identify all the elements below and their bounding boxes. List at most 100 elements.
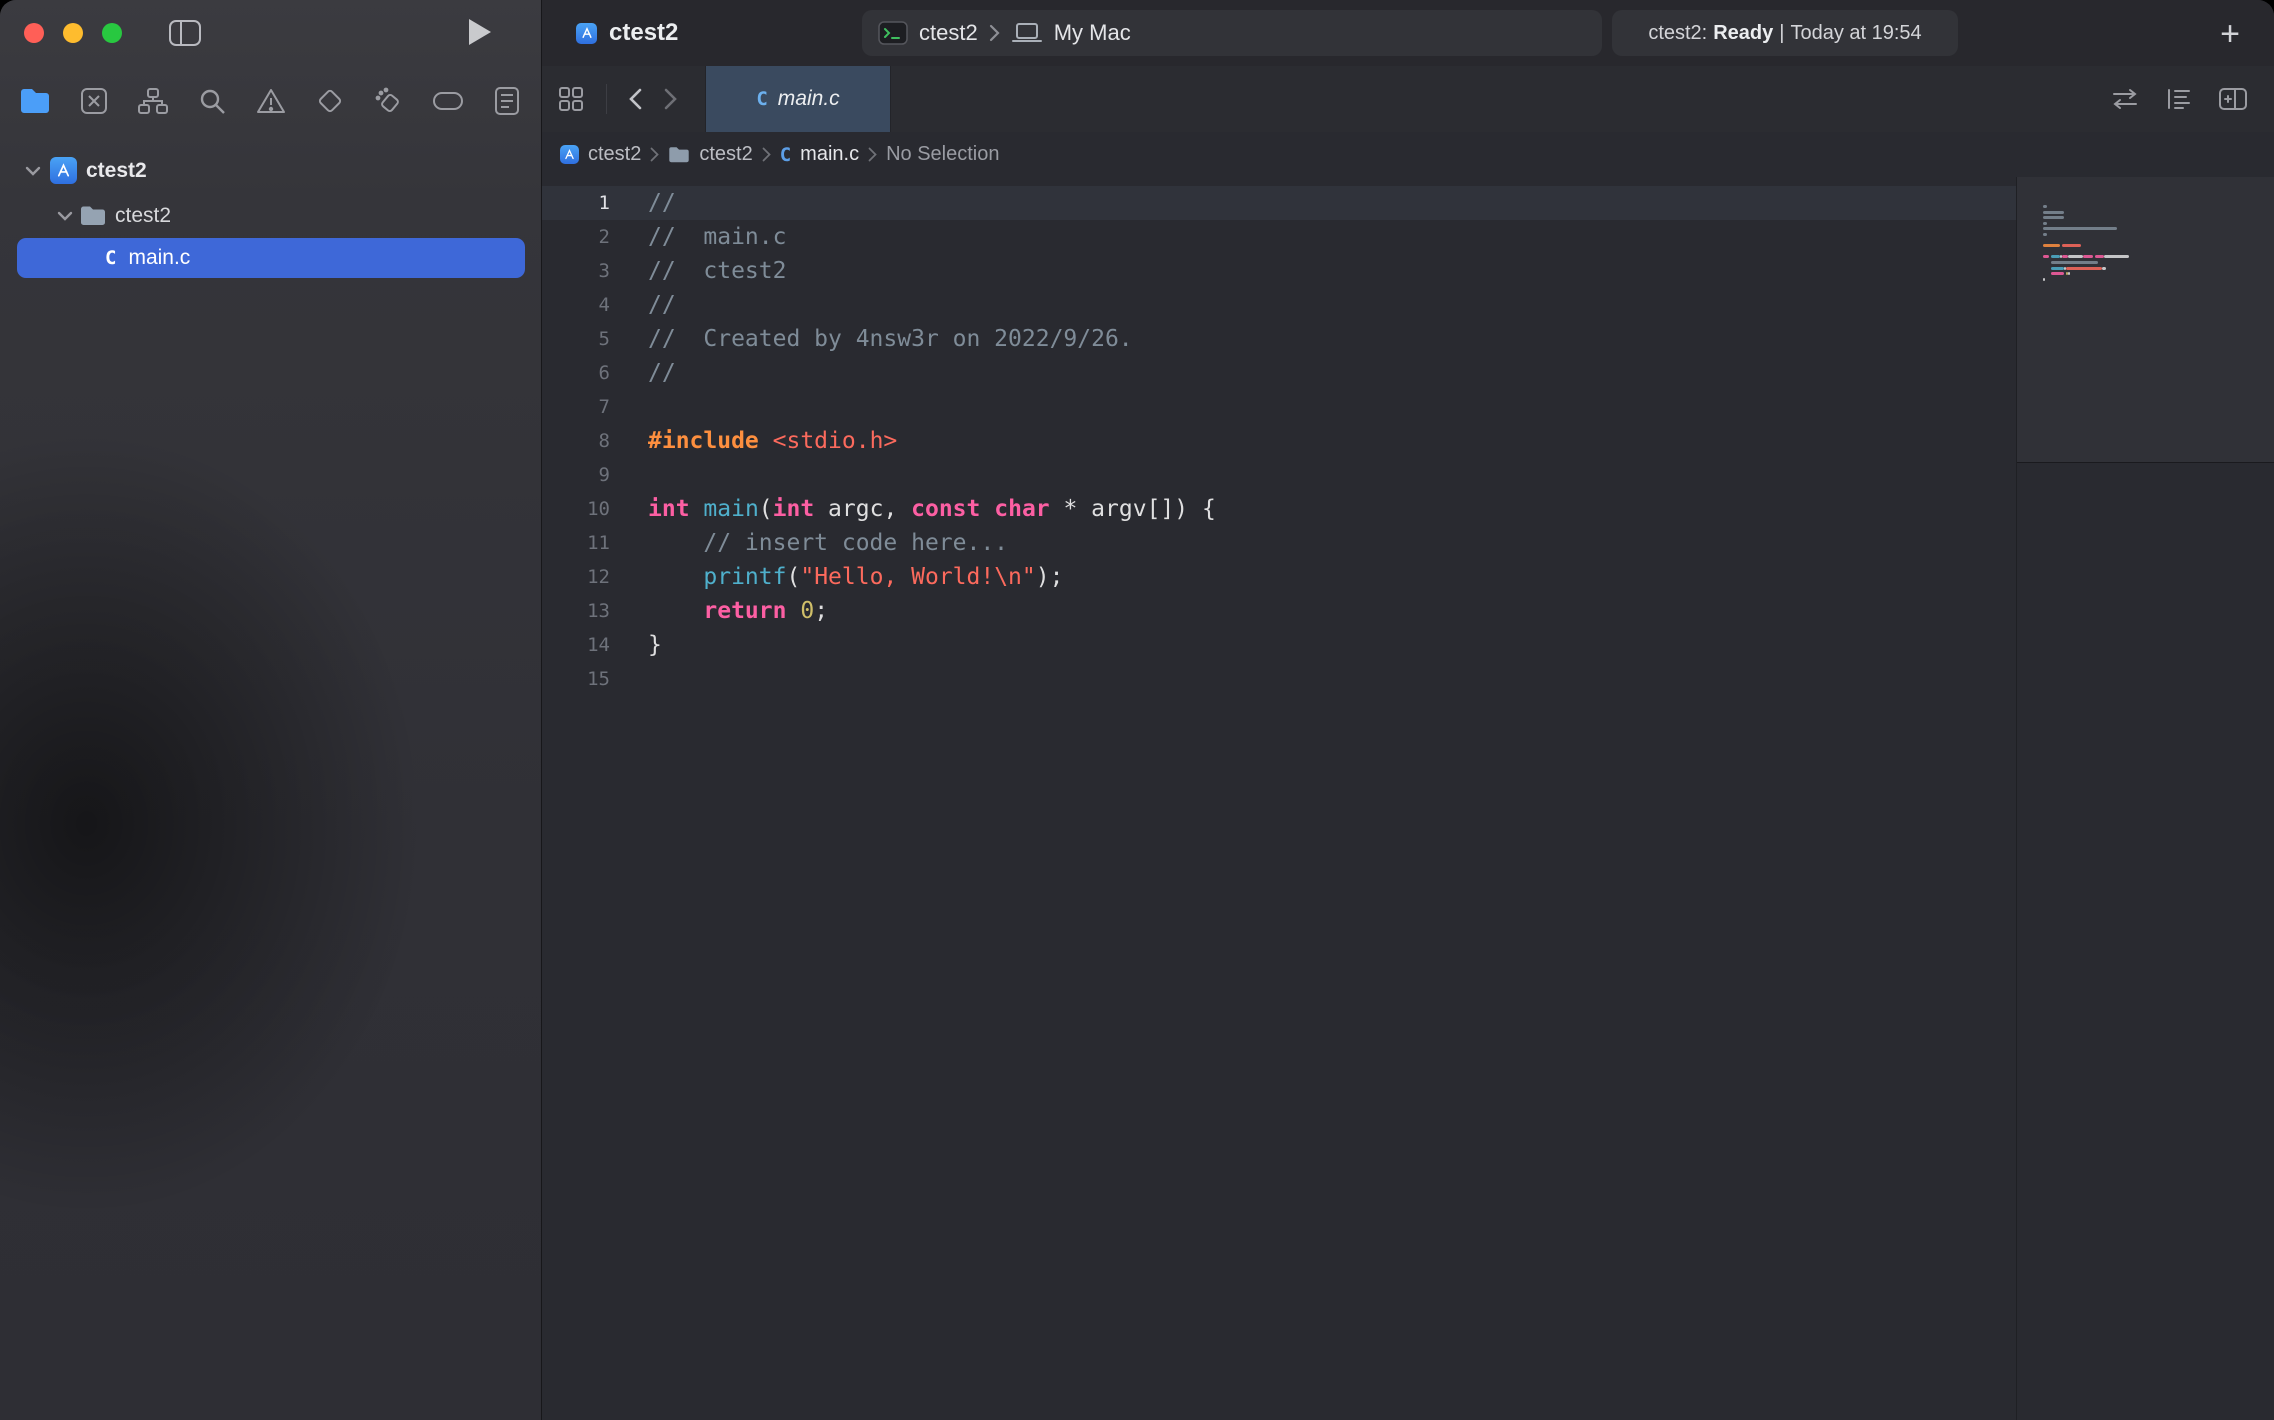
- sidebar-toggle-icon[interactable]: [168, 18, 202, 48]
- chevron-down-icon[interactable]: [52, 211, 78, 221]
- code-token: (: [759, 496, 773, 522]
- code-token: int: [773, 496, 815, 522]
- minimap[interactable]: [2016, 177, 2274, 1420]
- minimap-segment: [2043, 205, 2047, 208]
- tests-navigator-icon[interactable]: [313, 84, 347, 118]
- tab-main-c[interactable]: C main.c: [705, 66, 891, 132]
- line-number[interactable]: 10: [542, 492, 628, 526]
- line-number[interactable]: 12: [542, 560, 628, 594]
- code-token: argc,: [814, 496, 911, 522]
- minimize-button[interactable]: [63, 23, 83, 43]
- code-line[interactable]: 4//: [542, 288, 2016, 322]
- line-number[interactable]: 14: [542, 628, 628, 662]
- run-button[interactable]: [466, 17, 492, 47]
- minimap-line: [2043, 272, 2129, 275]
- zoom-button[interactable]: [102, 23, 122, 43]
- activity-status[interactable]: ctest2: Ready | Today at 19:54: [1612, 10, 1958, 56]
- line-number[interactable]: 2: [542, 220, 628, 254]
- minimap-line: [2043, 233, 2129, 236]
- issues-navigator-icon[interactable]: [254, 84, 288, 118]
- minimap-segment: [2104, 255, 2129, 258]
- library-add-button[interactable]: +: [2208, 12, 2252, 56]
- line-number[interactable]: 5: [542, 322, 628, 356]
- status-project: ctest2:: [1648, 22, 1707, 45]
- line-number[interactable]: 13: [542, 594, 628, 628]
- find-navigator-icon[interactable]: [195, 84, 229, 118]
- code-line[interactable]: 6//: [542, 356, 2016, 390]
- code-line[interactable]: 9: [542, 458, 2016, 492]
- forward-button[interactable]: [664, 88, 677, 110]
- minimap-segment: [2102, 267, 2106, 270]
- code-line[interactable]: 2 // main.c: [542, 220, 2016, 254]
- close-button[interactable]: [24, 23, 44, 43]
- folder-icon: [80, 205, 106, 226]
- code-token: [648, 564, 703, 590]
- debug-navigator-icon[interactable]: [372, 84, 406, 118]
- tab-bar: C main.c: [542, 66, 2274, 133]
- code-line[interactable]: 13 return 0;: [542, 594, 2016, 628]
- code-line[interactable]: 12 printf("Hello, World!\n");: [542, 560, 2016, 594]
- line-number[interactable]: 6: [542, 356, 628, 390]
- project-navigator-icon[interactable]: [18, 84, 52, 118]
- tab-overview-icon[interactable]: [558, 86, 584, 112]
- editor-options-icon[interactable]: [2110, 88, 2140, 110]
- code-line[interactable]: 5 // Created by 4nsw3r on 2022/9/26.: [542, 322, 2016, 356]
- toolbar: ctest2 ctest2 My Mac ctest2: Ready |: [542, 0, 2274, 67]
- minimap-segment: [2095, 255, 2103, 258]
- tree-item-label: ctest2: [115, 204, 171, 228]
- editor-area: ctest2 ctest2 My Mac ctest2: Ready |: [542, 0, 2274, 1420]
- tree-item-project[interactable]: ctest2: [0, 148, 542, 193]
- xcode-window: ctest2 ctest2 C main.c: [0, 0, 2274, 1420]
- line-number[interactable]: 8: [542, 424, 628, 458]
- chevron-down-icon[interactable]: [20, 166, 46, 176]
- line-number[interactable]: 9: [542, 458, 628, 492]
- c-file-icon: C: [105, 247, 116, 269]
- code-token: <stdio.h>: [773, 428, 898, 454]
- code-line[interactable]: 3// ctest2: [542, 254, 2016, 288]
- breadcrumb-project[interactable]: ctest2: [588, 143, 641, 166]
- minimap-line: [2043, 227, 2129, 230]
- line-number[interactable]: 1: [542, 186, 628, 220]
- code-line[interactable]: 14}: [542, 628, 2016, 662]
- code-line[interactable]: 15: [542, 662, 2016, 696]
- code-lines[interactable]: 1//2 // main.c 3// ctest24//5 // Created by…: [542, 177, 2016, 1420]
- minimap-lines: [2043, 205, 2129, 289]
- code-line[interactable]: 8#include <stdio.h>: [542, 424, 2016, 458]
- code-token: // Created by 4nsw3r on 2022/9/26.: [648, 326, 1133, 352]
- add-editor-icon[interactable]: [2218, 87, 2248, 111]
- code-line[interactable]: 10int main(int argc, const char * argv[]…: [542, 492, 2016, 526]
- c-file-icon: C: [756, 88, 767, 110]
- breadcrumb-file[interactable]: main.c: [800, 143, 859, 166]
- breadcrumb-selection[interactable]: No Selection: [886, 143, 999, 166]
- line-number[interactable]: 3: [542, 254, 628, 288]
- symbols-navigator-icon[interactable]: [136, 84, 170, 118]
- traffic-lights: [24, 23, 122, 43]
- plus-icon: +: [2220, 15, 2240, 54]
- line-number[interactable]: 15: [542, 662, 628, 696]
- code-token: printf: [703, 564, 786, 590]
- code-line[interactable]: 1//: [542, 186, 2016, 220]
- minimap-segment: [2043, 244, 2060, 247]
- line-number[interactable]: 7: [542, 390, 628, 424]
- code-line[interactable]: 7: [542, 390, 2016, 424]
- line-number[interactable]: 11: [542, 526, 628, 560]
- back-button[interactable]: [629, 88, 642, 110]
- breadcrumb-group[interactable]: ctest2: [699, 143, 752, 166]
- breakpoints-navigator-icon[interactable]: [431, 84, 465, 118]
- reports-navigator-icon[interactable]: [490, 84, 524, 118]
- minimap-segment: [2051, 255, 2059, 258]
- status-separator: |: [1779, 22, 1784, 45]
- code-token: [759, 428, 773, 454]
- line-number[interactable]: 4: [542, 288, 628, 322]
- code-token: // main.c: [648, 224, 786, 250]
- source-control-icon[interactable]: [77, 84, 111, 118]
- minimap-toggle-icon[interactable]: [2166, 87, 2192, 111]
- minimap-segment: [2043, 267, 2051, 270]
- code-token: [648, 598, 703, 624]
- tree-item-file-selected[interactable]: C main.c: [17, 238, 525, 278]
- minimap-segment: [2068, 272, 2070, 275]
- minimap-line: [2043, 278, 2129, 281]
- tree-item-group[interactable]: ctest2: [0, 193, 542, 238]
- code-line[interactable]: 11 // insert code here...: [542, 526, 2016, 560]
- scheme-selector[interactable]: ctest2 My Mac: [862, 10, 1602, 56]
